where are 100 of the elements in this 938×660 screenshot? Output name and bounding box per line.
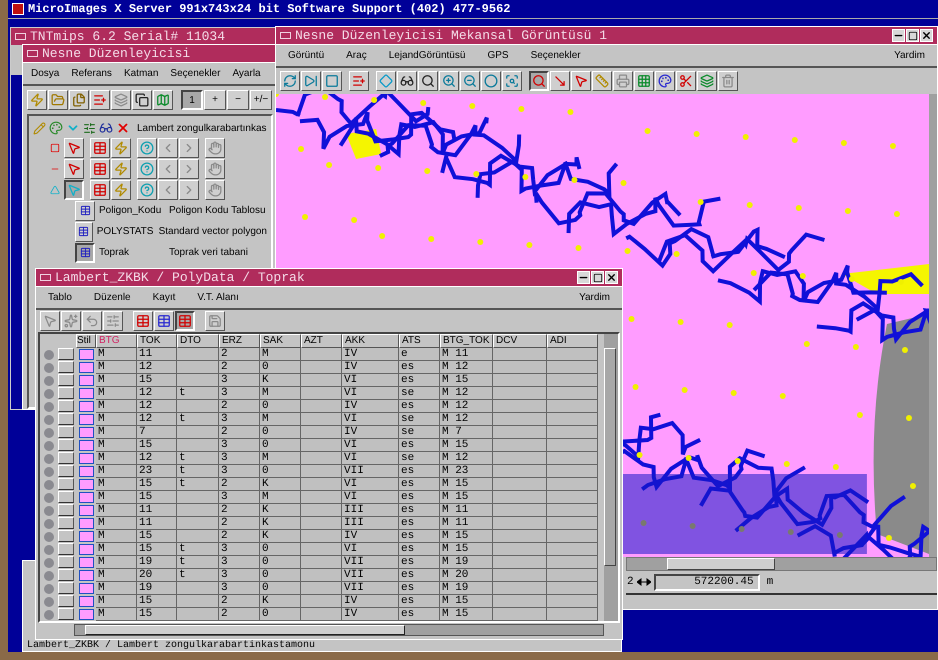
column-header[interactable]: BTG_TOK	[440, 334, 493, 348]
menu-item[interactable]: Seçenekler	[170, 66, 220, 81]
row-button[interactable]	[58, 491, 74, 503]
menu-item[interactable]: V.T. Alanı	[197, 290, 239, 305]
scrollbar-thumb[interactable]	[85, 625, 405, 635]
glasses-icon[interactable]	[99, 121, 113, 135]
palette-icon[interactable]	[49, 121, 63, 135]
style-swatch[interactable]	[78, 505, 94, 516]
select-mode-button[interactable]: 1	[181, 90, 203, 110]
row-button[interactable]	[58, 595, 74, 607]
row-button[interactable]	[58, 439, 74, 451]
row-button[interactable]	[58, 400, 74, 412]
toolbar-button[interactable]	[529, 71, 549, 91]
row-button[interactable]	[58, 504, 74, 516]
row-button[interactable]	[58, 387, 74, 399]
table-name[interactable]: Poligon_Kodu	[99, 203, 165, 218]
row-button[interactable]	[58, 569, 74, 581]
horizontal-scrollbar[interactable]	[626, 557, 937, 571]
menu-item[interactable]: Ayarla	[232, 66, 261, 81]
vertical-scrollbar[interactable]	[604, 334, 618, 621]
table-name[interactable]: POLYSTATS	[96, 224, 155, 239]
help-menu[interactable]: Yardim	[894, 48, 925, 63]
style-swatch[interactable]	[78, 388, 94, 399]
row-button[interactable]	[58, 361, 74, 373]
row-button[interactable]	[58, 517, 74, 529]
maximize-button[interactable]	[906, 29, 919, 42]
row-button[interactable]	[58, 556, 74, 568]
column-header[interactable]: SAK	[260, 334, 301, 348]
horizontal-scrollbar[interactable]	[74, 624, 604, 636]
style-swatch[interactable]	[78, 492, 94, 503]
column-header[interactable]: ADI	[547, 334, 598, 348]
menu-item[interactable]: Referans	[71, 66, 112, 81]
style-swatch[interactable]	[78, 375, 94, 386]
row-button[interactable]	[58, 608, 74, 620]
menu-item[interactable]: Görüntü	[288, 48, 324, 63]
row-button[interactable]	[58, 582, 74, 594]
select-mode-button[interactable]: +	[204, 90, 226, 110]
style-swatch[interactable]	[78, 570, 94, 581]
menu-item[interactable]: Kayıt	[152, 290, 176, 305]
style-swatch[interactable]	[78, 453, 94, 464]
column-header[interactable]: TOK	[137, 334, 177, 348]
row-button[interactable]	[58, 348, 74, 360]
row-button[interactable]	[58, 426, 74, 438]
menu-item[interactable]: GPS	[487, 48, 509, 63]
style-swatch[interactable]	[78, 596, 94, 607]
close-icon[interactable]	[116, 121, 130, 135]
style-swatch[interactable]	[78, 427, 94, 438]
scrollbar-thumb[interactable]	[604, 348, 616, 566]
style-swatch[interactable]	[78, 557, 94, 568]
row-button[interactable]	[58, 413, 74, 425]
style-swatch[interactable]	[78, 544, 94, 555]
window-menu-icon[interactable]	[15, 33, 26, 40]
distance-field[interactable]: 572200.45	[654, 574, 760, 590]
menu-item[interactable]: Seçenekler	[530, 48, 581, 63]
style-swatch[interactable]	[78, 531, 94, 542]
vertical-scrollbar[interactable]	[929, 94, 937, 557]
column-header[interactable]: DTO	[177, 334, 219, 348]
row-button[interactable]	[58, 452, 74, 464]
table-name[interactable]: Toprak	[99, 245, 165, 260]
menu-item[interactable]: LejandGörüntüsü	[388, 48, 466, 63]
close-button[interactable]	[605, 271, 618, 284]
menu-item[interactable]: Katman	[124, 66, 158, 81]
window-menu-icon[interactable]	[280, 32, 291, 39]
select-mode-button[interactable]: +/−	[250, 90, 272, 110]
row-button[interactable]	[58, 543, 74, 555]
menu-item[interactable]: Araç	[346, 48, 367, 63]
layer-name[interactable]: Lambert zongulkarabartınkas	[137, 120, 267, 136]
style-swatch[interactable]	[78, 479, 94, 490]
help-menu[interactable]: Yardim	[579, 290, 610, 305]
style-swatch[interactable]	[78, 466, 94, 477]
column-header[interactable]: DCV	[493, 334, 547, 348]
window-menu-icon[interactable]	[27, 50, 38, 57]
style-swatch[interactable]	[78, 609, 94, 620]
maximize-button[interactable]	[591, 271, 604, 284]
toolbar-button[interactable]	[64, 180, 84, 200]
window-menu-icon[interactable]	[40, 274, 51, 281]
row-button[interactable]	[58, 478, 74, 490]
toolbar-button[interactable]	[175, 311, 195, 331]
column-header[interactable]: ATS	[399, 334, 440, 348]
column-header[interactable]: ERZ	[219, 334, 260, 348]
style-swatch[interactable]	[78, 414, 94, 425]
style-swatch[interactable]	[78, 518, 94, 529]
row-button[interactable]	[58, 530, 74, 542]
row-button[interactable]	[58, 465, 74, 477]
column-header[interactable]: AZT	[301, 334, 342, 348]
row-button[interactable]	[58, 374, 74, 386]
column-header[interactable]: Stil	[76, 334, 96, 348]
close-button[interactable]	[920, 29, 933, 42]
style-swatch[interactable]	[78, 440, 94, 451]
sliders-icon[interactable]	[83, 122, 96, 134]
menu-item[interactable]: Tablo	[48, 290, 72, 305]
minimize-button[interactable]	[577, 271, 590, 284]
table-button[interactable]	[75, 242, 95, 262]
minimize-button[interactable]	[892, 29, 905, 42]
menu-item[interactable]: Dosya	[31, 66, 60, 81]
column-header[interactable]: AKK	[342, 334, 399, 348]
style-swatch[interactable]	[78, 401, 94, 412]
menu-item[interactable]: Düzenle	[94, 290, 131, 305]
scrollbar-thumb[interactable]	[667, 558, 775, 570]
style-swatch[interactable]	[78, 362, 94, 373]
